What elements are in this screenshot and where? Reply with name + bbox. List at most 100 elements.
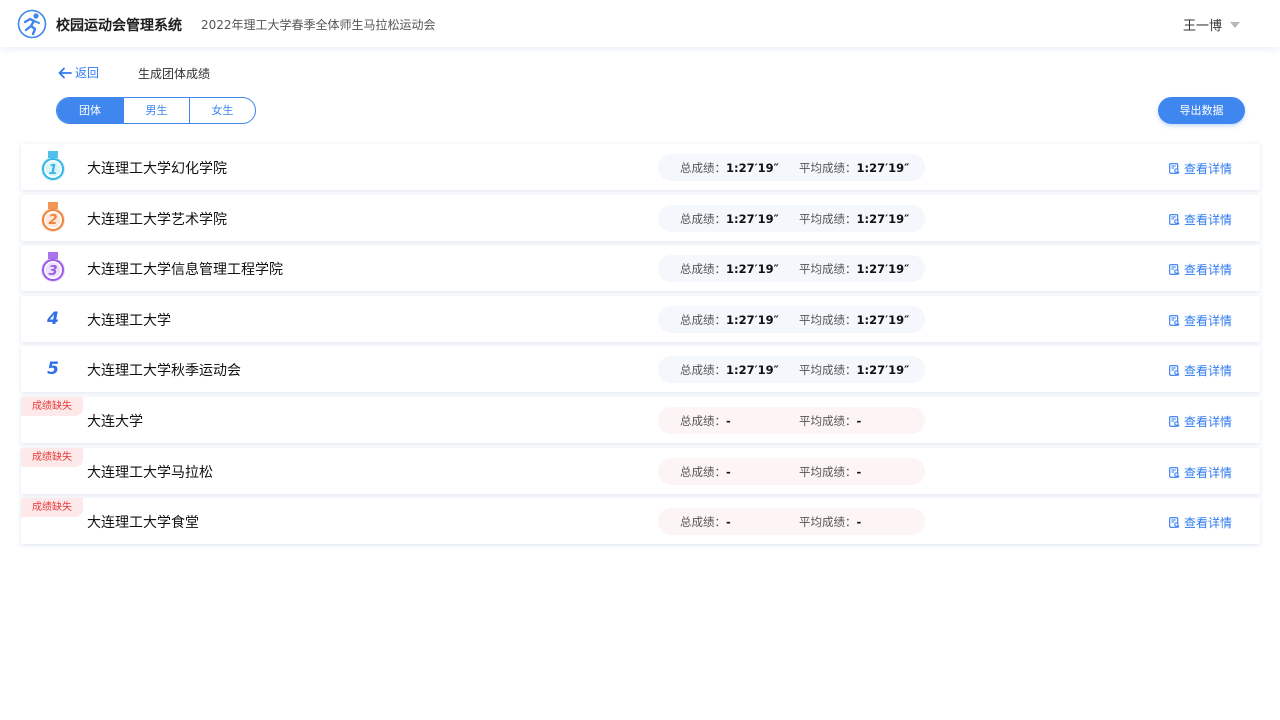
average-score: 平均成绩：1:27′19″ [799, 261, 909, 277]
document-search-icon [1169, 517, 1180, 529]
average-score-label: 平均成绩： [799, 161, 857, 175]
average-score-label: 平均成绩： [799, 312, 857, 327]
caret-down-icon [1230, 21, 1240, 28]
user-menu[interactable]: 王一博 [1183, 15, 1240, 34]
tab-male[interactable]: 男生 [123, 98, 189, 123]
missing-score-badge: 成绩缺失 [21, 396, 83, 416]
team-name: 大连理工大学幻化学院 [87, 161, 227, 177]
total-score: 总成绩：1:27′19″ [680, 160, 779, 176]
total-score-label: 总成绩： [680, 262, 726, 277]
total-score: 总成绩：1:27′19″ [680, 211, 779, 227]
user-name: 王一博 [1182, 19, 1222, 34]
total-score-label: 总成绩： [680, 211, 726, 226]
total-score: 总成绩：1:27′19″ [680, 362, 779, 378]
average-score-value: 1:27′19″ [856, 262, 910, 277]
average-score-value: 1:27′19″ [856, 161, 910, 175]
average-score: 平均成绩：- [799, 464, 861, 480]
medal-3-icon: 3 [38, 252, 68, 284]
view-detail-label: 查看详情 [1184, 212, 1233, 227]
document-search-icon [1169, 365, 1180, 377]
score-pill: 总成绩：- 平均成绩：- [658, 508, 925, 536]
team-name: 大连理工大学食堂 [87, 515, 199, 532]
score-pill: 总成绩：1:27′19″ 平均成绩：1:27′19″ [658, 255, 925, 283]
average-score: 平均成绩：1:27′19″ [799, 160, 909, 176]
result-list: 1 大连理工大学幻化学院 总成绩：1:27′19″ 平均成绩：1:27′19″ … [21, 144, 1260, 549]
score-pill: 总成绩：1:27′19″ 平均成绩：1:27′19″ [658, 305, 925, 333]
view-detail-link[interactable]: 查看详情 [1169, 261, 1232, 278]
document-search-icon [1169, 416, 1180, 427]
document-search-icon [1169, 213, 1180, 225]
score-pill: 总成绩：- 平均成绩：- [658, 406, 925, 434]
average-score-label: 平均成绩： [799, 211, 857, 226]
total-score-label: 总成绩： [680, 161, 726, 175]
average-score-value: - [856, 464, 862, 479]
rank-badge: 4 [38, 303, 68, 335]
view-detail-link[interactable]: 查看详情 [1169, 312, 1232, 329]
medal-2-icon: 2 [38, 201, 68, 234]
average-score-value: - [856, 413, 862, 428]
table-row: 成绩缺失 大连理工大学马拉松 总成绩：- 平均成绩：- 查看详情 [21, 447, 1260, 494]
total-score-value: 1:27′19″ [726, 161, 779, 175]
view-detail-link[interactable]: 查看详情 [1169, 514, 1232, 531]
arrow-left-icon [58, 67, 72, 78]
average-score-value: 1:27′19″ [856, 312, 910, 327]
back-label: 返回 [75, 66, 100, 80]
average-score: 平均成绩：1:27′19″ [799, 211, 909, 227]
view-detail-link[interactable]: 查看详情 [1169, 464, 1232, 481]
view-detail-label: 查看详情 [1184, 263, 1233, 278]
total-score-value: 1:27′19″ [726, 312, 779, 327]
page-title: 生成团体成绩 [138, 67, 211, 81]
rank-number: 5 [47, 359, 59, 380]
team-name: 大连理工大学艺术学院 [87, 211, 227, 228]
medal-1-icon: 1 [38, 151, 68, 183]
rank-badge: 5 [38, 353, 68, 385]
total-score-value: - [726, 413, 731, 428]
rank-number: 4 [47, 308, 59, 329]
document-search-icon [1169, 163, 1180, 174]
rank-number: 2 [48, 213, 58, 229]
table-row: 成绩缺失 大连理工大学食堂 总成绩：- 平均成绩：- 查看详情 [21, 498, 1260, 545]
score-pill: 总成绩：- 平均成绩：- [658, 457, 925, 485]
total-score: 总成绩：1:27′19″ [680, 261, 779, 277]
view-detail-link[interactable]: 查看详情 [1169, 211, 1232, 228]
tab-team[interactable]: 团体 [57, 98, 123, 123]
total-score-label: 总成绩： [680, 363, 726, 378]
average-score-value: 1:27′19″ [856, 363, 910, 378]
total-score-value: 1:27′19″ [726, 211, 779, 226]
team-name: 大连理工大学马拉松 [87, 464, 213, 481]
tab-female[interactable]: 女生 [189, 98, 255, 123]
view-detail-link[interactable]: 查看详情 [1169, 160, 1232, 177]
total-score-label: 总成绩： [680, 515, 726, 530]
missing-score-badge: 成绩缺失 [21, 498, 83, 518]
average-score-label: 平均成绩： [799, 464, 857, 479]
team-name: 大连理工大学秋季运动会 [87, 363, 241, 380]
document-search-icon [1169, 466, 1180, 478]
view-detail-link[interactable]: 查看详情 [1169, 362, 1232, 379]
export-button[interactable]: 导出数据 [1158, 97, 1245, 124]
total-score: 总成绩：- [680, 413, 731, 429]
average-score: 平均成绩：- [799, 514, 861, 530]
view-detail-label: 查看详情 [1184, 516, 1233, 531]
average-score-label: 平均成绩： [799, 413, 857, 428]
total-score-label: 总成绩： [680, 464, 726, 479]
view-detail-label: 查看详情 [1184, 364, 1233, 379]
total-score: 总成绩：- [680, 514, 731, 530]
rank-number: 1 [48, 162, 58, 178]
average-score: 平均成绩：- [799, 413, 861, 429]
total-score-value: - [726, 464, 731, 479]
table-row: 2 大连理工大学艺术学院 总成绩：1:27′19″ 平均成绩：1:27′19″ … [21, 194, 1260, 241]
total-score-label: 总成绩： [680, 413, 726, 428]
total-score-value: 1:27′19″ [726, 363, 779, 378]
total-score-label: 总成绩： [680, 312, 726, 327]
average-score-value: 1:27′19″ [856, 211, 910, 226]
team-name: 大连理工大学信息管理工程学院 [87, 262, 283, 279]
view-detail-link[interactable]: 查看详情 [1169, 413, 1232, 430]
top-header: 校园运动会管理系统 2022年理工大学春季全体师生马拉松运动会 王一博 [0, 0, 1280, 47]
table-row: 3 大连理工大学信息管理工程学院 总成绩：1:27′19″ 平均成绩：1:27′… [21, 245, 1260, 292]
view-detail-label: 查看详情 [1184, 465, 1233, 480]
app-title: 校园运动会管理系统 [56, 18, 182, 34]
average-score-value: - [856, 515, 862, 530]
missing-score-badge: 成绩缺失 [21, 447, 83, 467]
average-score-label: 平均成绩： [799, 515, 857, 530]
back-button[interactable]: 返回 [58, 64, 99, 81]
